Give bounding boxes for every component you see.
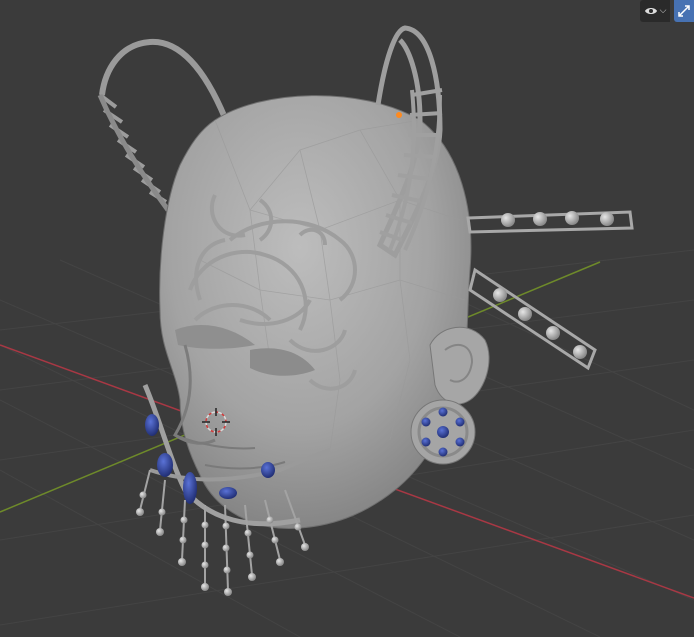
transform-gizmo-toggle[interactable] — [674, 0, 694, 22]
chevron-down-icon: ⌵ — [659, 6, 667, 16]
3d-viewport[interactable]: ⌵ — [0, 0, 694, 637]
object-visibility-dropdown[interactable]: ⌵ — [640, 0, 670, 22]
transform-gizmo-icon — [678, 5, 690, 17]
eye-icon — [644, 8, 657, 14]
earring-flower[interactable] — [410, 399, 476, 465]
object-origin-dot — [396, 112, 402, 118]
pearl-chain-upper[interactable] — [466, 210, 634, 234]
viewport-scene[interactable] — [0, 0, 694, 637]
